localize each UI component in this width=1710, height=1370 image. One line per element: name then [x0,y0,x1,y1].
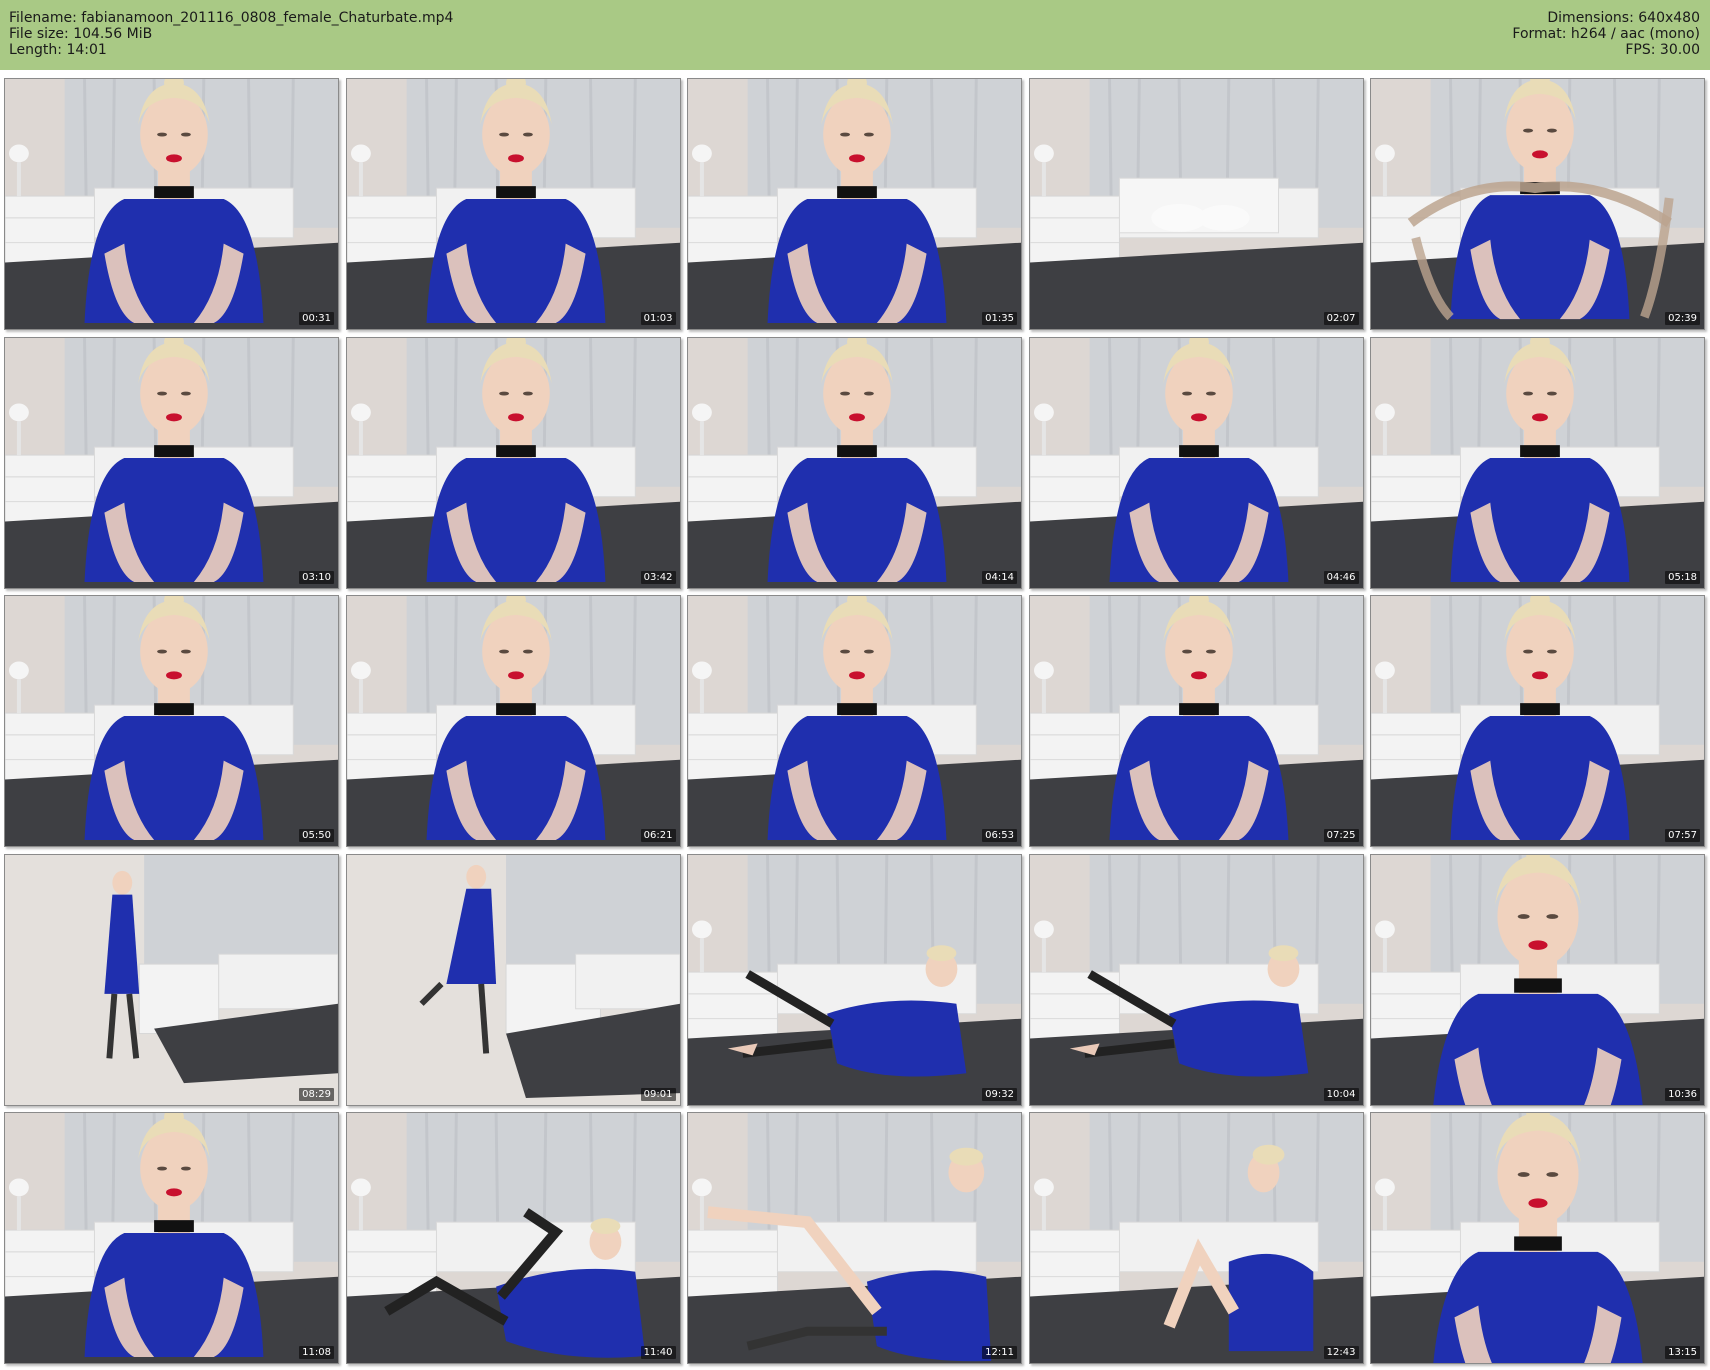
length-text: Length: 14:01 [9,42,107,58]
thumbnail-frame [1371,79,1704,329]
video-thumbnail: 04:14 [687,336,1022,589]
thumbnail-frame [346,596,680,846]
info-header: Filename: fabianamoon_201116_0808_female… [0,0,1710,70]
filename-text: Filename: fabianamoon_201116_0808_female… [9,10,454,26]
timestamp-label: 00:31 [299,312,334,325]
video-thumbnail: 08:29 [4,853,339,1106]
thumbnail-frame [1371,854,1704,1105]
thumbnail-frame [688,596,1021,846]
timestamp-label: 09:32 [982,1087,1017,1101]
thumbnail-frame [688,854,1021,1105]
dimensions-text: Dimensions: 640x480 [1547,10,1700,26]
timestamp-label: 11:40 [640,1346,676,1359]
timestamp-label: 08:29 [299,1087,334,1101]
timestamp-label: 07:25 [1323,829,1359,842]
thumbnail-frame [346,854,680,1105]
timestamp-label: 05:18 [1665,570,1700,584]
timestamp-label: 01:35 [982,312,1017,325]
thumbnail-frame [1371,596,1704,846]
video-thumbnail: 03:10 [4,336,339,589]
video-thumbnail: 09:32 [687,853,1022,1106]
timestamp-label: 03:42 [640,570,676,584]
timestamp-label: 03:10 [299,570,334,584]
thumbnail-frame [5,79,338,329]
thumbnail-frame [5,596,338,846]
thumbnail-frame [5,1113,338,1363]
thumbnail-frame [346,337,680,588]
file-info: Filename: fabianamoon_201116_0808_female… [9,10,453,58]
thumbnail-frame [1371,337,1704,588]
timestamp-label: 13:15 [1665,1346,1700,1359]
thumbnail-frame [1029,596,1363,846]
video-thumbnail: 06:53 [687,595,1022,847]
thumbnail-frame [688,337,1021,588]
video-thumbnail: 01:35 [687,78,1022,330]
thumbnail-grid: 00:31 01:03 01:35 02:07 02:39 03:10 03:4… [0,78,1710,1370]
thumbnail-frame [346,1113,680,1363]
timestamp-label: 02:39 [1665,312,1700,325]
thumbnail-frame [688,1113,1021,1363]
video-thumbnail: 11:40 [345,1112,681,1364]
timestamp-label: 06:53 [982,829,1017,842]
video-thumbnail: 11:08 [4,1112,339,1364]
timestamp-label: 09:01 [640,1087,676,1101]
timestamp-label: 11:08 [299,1346,334,1359]
thumbnail-frame [1029,1113,1363,1363]
video-thumbnail: 07:25 [1028,595,1364,847]
fps-text: FPS: 30.00 [1625,42,1700,58]
timestamp-label: 10:04 [1323,1087,1359,1101]
video-thumbnail: 05:50 [4,595,339,847]
video-thumbnail: 04:46 [1028,336,1364,589]
video-thumbnail: 05:18 [1370,336,1705,589]
timestamp-label: 02:07 [1323,312,1359,325]
video-thumbnail: 12:11 [687,1112,1022,1364]
thumbnail-frame [5,854,338,1105]
thumbnail-frame [5,337,338,588]
video-thumbnail: 01:03 [345,78,681,330]
video-thumbnail: 07:57 [1370,595,1705,847]
video-thumbnail: 03:42 [345,336,681,589]
thumbnail-frame [688,79,1021,329]
thumbnail-frame [1029,79,1363,329]
format-text: Format: h264 / aac (mono) [1512,26,1700,42]
timestamp-label: 12:43 [1323,1346,1359,1359]
video-thumbnail: 02:39 [1370,78,1705,330]
thumbnail-frame [1371,1113,1704,1363]
timestamp-label: 01:03 [640,312,676,325]
video-thumbnail: 10:36 [1370,853,1705,1106]
thumbnail-frame [1029,337,1363,588]
thumbnail-frame [1029,854,1363,1105]
video-thumbnail: 13:15 [1370,1112,1705,1364]
timestamp-label: 06:21 [640,829,676,842]
stream-info: Dimensions: 640x480 Format: h264 / aac (… [1512,10,1700,58]
timestamp-label: 04:46 [1323,570,1359,584]
thumbnail-frame [346,79,680,329]
timestamp-label: 05:50 [299,829,334,842]
video-thumbnail: 02:07 [1028,78,1364,330]
timestamp-label: 10:36 [1665,1087,1700,1101]
timestamp-label: 07:57 [1665,829,1700,842]
video-thumbnail: 00:31 [4,78,339,330]
timestamp-label: 12:11 [982,1346,1017,1359]
timestamp-label: 04:14 [982,570,1017,584]
video-thumbnail: 12:43 [1028,1112,1364,1364]
video-thumbnail: 06:21 [345,595,681,847]
video-thumbnail: 10:04 [1028,853,1364,1106]
video-thumbnail: 09:01 [345,853,681,1106]
filesize-text: File size: 104.56 MiB [9,26,153,42]
